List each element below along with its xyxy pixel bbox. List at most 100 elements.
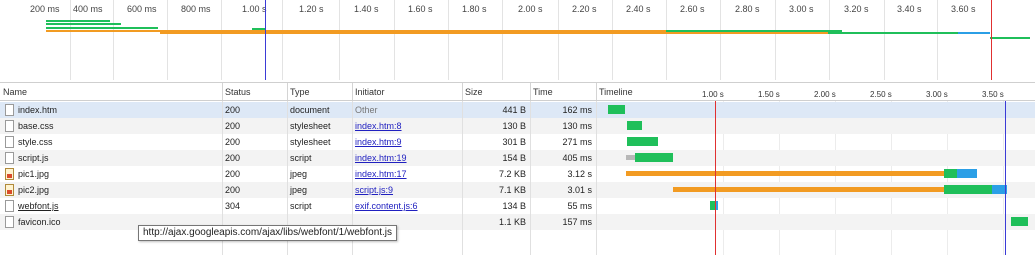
file-icon	[5, 216, 14, 228]
cell-name[interactable]: webfont.js	[0, 198, 222, 214]
overview-tick-label: 2.80 s	[735, 4, 760, 14]
cell-name[interactable]: style.css	[0, 134, 222, 150]
overview-gridline	[167, 0, 168, 80]
cell-type: jpeg	[290, 169, 308, 179]
cell-name[interactable]: base.css	[0, 118, 222, 134]
waterfall-bar[interactable]	[635, 153, 673, 162]
overview-gridline	[612, 0, 613, 80]
table-row[interactable]: script.js 200 script index.htm:19 154 B 405 m…	[0, 150, 1035, 166]
cell-name[interactable]: script.js	[0, 150, 222, 166]
waterfall-bar[interactable]	[608, 105, 625, 114]
waterfall-bar[interactable]	[627, 137, 658, 146]
file-icon	[5, 120, 14, 132]
file-icon	[5, 200, 14, 212]
cell-size: 134 B	[502, 201, 526, 211]
cell-initiator[interactable]: index.htm:9	[352, 134, 462, 150]
cell-status: 200	[225, 185, 241, 195]
cell-initiator[interactable]: exif.content.js:6	[352, 198, 462, 214]
overview-tick-label: 200 ms	[30, 4, 60, 14]
overview-request-bar	[160, 32, 828, 34]
cell-status: 200	[225, 137, 241, 147]
cell-size: 130 B	[502, 121, 526, 131]
overview-tick-label: 3.60 s	[951, 4, 976, 14]
cell-name[interactable]: index.htm	[0, 102, 222, 118]
table-header: Name Status Type Initiator Size Time Tim…	[0, 83, 1035, 101]
cell-type: stylesheet	[290, 121, 331, 131]
cell-size: 7.1 KB	[498, 185, 526, 195]
column-header-name[interactable]: Name	[0, 83, 222, 101]
timeline-tick-label: 3.50 s	[982, 90, 1004, 99]
timeline-marker-line	[1005, 101, 1006, 255]
table-row[interactable]: webfont.js 304 script exif.content.js:6 134 …	[0, 198, 1035, 214]
overview-tick-label: 1.20 s	[299, 4, 324, 14]
cell-status: 200	[225, 169, 241, 179]
table-row[interactable]: style.css 200 stylesheet index.htm:9 301 B 27…	[0, 134, 1035, 150]
overview-tick-label: 2.20 s	[572, 4, 597, 14]
overview-tick-label: 600 ms	[127, 4, 157, 14]
cell-initiator[interactable]: index.htm:19	[352, 150, 462, 166]
url-tooltip: http://ajax.googleapis.com/ajax/libs/web…	[138, 225, 398, 241]
overview-tick-label: 1.00 s	[242, 4, 267, 14]
column-header-initiator[interactable]: Initiator	[352, 83, 462, 101]
waterfall-bar[interactable]	[716, 201, 718, 210]
overview-tick-label: 2.60 s	[680, 4, 705, 14]
column-header-timeline[interactable]: Timeline	[596, 83, 656, 101]
column-header-time[interactable]: Time	[530, 83, 596, 101]
cell-initiator[interactable]: script.js:9	[352, 182, 462, 198]
waterfall-bar[interactable]	[673, 187, 944, 192]
file-name: script.js	[18, 153, 49, 163]
timeline-tick-label: 1.50 s	[758, 90, 780, 99]
cell-initiator[interactable]: index.htm:17	[352, 166, 462, 182]
waterfall-bar[interactable]	[626, 171, 944, 176]
cell-type: script	[290, 201, 312, 211]
cell-size: 1.1 KB	[498, 217, 526, 227]
overview-gridline	[666, 0, 667, 80]
column-header-size[interactable]: Size	[462, 83, 530, 101]
cell-time: 271 ms	[562, 137, 592, 147]
overview-tick-label: 2.40 s	[626, 4, 651, 14]
waterfall-bar[interactable]	[627, 121, 642, 130]
image-file-icon	[5, 184, 14, 196]
table-row[interactable]: index.htm 200 document Other 441 B 162 ms	[0, 102, 1035, 118]
cell-time: 130 ms	[562, 121, 592, 131]
waterfall-bar[interactable]	[626, 155, 635, 160]
cell-initiator: Other	[355, 105, 378, 115]
image-file-icon	[5, 168, 14, 180]
cell-size: 7.2 KB	[498, 169, 526, 179]
timeline-tick-label: 2.00 s	[814, 90, 836, 99]
timeline-tick-label: 2.50 s	[870, 90, 892, 99]
cell-name[interactable]: pic1.jpg	[0, 166, 222, 182]
table-row[interactable]: base.css 200 stylesheet index.htm:8 130 B 130…	[0, 118, 1035, 134]
overview-timeline[interactable]: 200 ms 400 ms 600 ms 800 ms 1.00 s 1.20 s 1.40…	[0, 0, 1035, 80]
cell-name[interactable]: pic2.jpg	[0, 182, 222, 198]
cell-size: 154 B	[502, 153, 526, 163]
cell-status: 304	[225, 201, 241, 211]
overview-gridline	[282, 0, 283, 80]
waterfall-bar[interactable]	[944, 169, 957, 178]
waterfall-bar[interactable]	[1011, 217, 1028, 226]
overview-request-bar	[46, 20, 110, 22]
file-name: favicon.ico	[18, 217, 61, 227]
timeline-tick-label: 3.00 s	[926, 90, 948, 99]
waterfall-bar[interactable]	[944, 185, 992, 194]
cell-initiator[interactable]: index.htm:8	[352, 118, 462, 134]
overview-gridline	[394, 0, 395, 80]
cell-type: stylesheet	[290, 137, 331, 147]
overview-request-bar	[252, 28, 266, 30]
overview-tick-label: 3.40 s	[897, 4, 922, 14]
cell-size: 441 B	[502, 105, 526, 115]
cell-time: 3.01 s	[567, 185, 592, 195]
overview-domcontentloaded-line	[265, 0, 266, 80]
overview-request-bar	[958, 32, 990, 34]
overview-request-bar	[46, 27, 158, 29]
cell-status: 200	[225, 105, 241, 115]
column-header-type[interactable]: Type	[287, 83, 352, 101]
timeline-marker-line	[715, 101, 716, 255]
cell-type: document	[290, 105, 330, 115]
file-name: webfont.js	[18, 201, 59, 211]
overview-gridline	[113, 0, 114, 80]
overview-gridline	[502, 0, 503, 80]
timeline-tick-label: 1.00 s	[702, 90, 724, 99]
column-header-status[interactable]: Status	[222, 83, 287, 101]
waterfall-bar[interactable]	[957, 169, 977, 178]
